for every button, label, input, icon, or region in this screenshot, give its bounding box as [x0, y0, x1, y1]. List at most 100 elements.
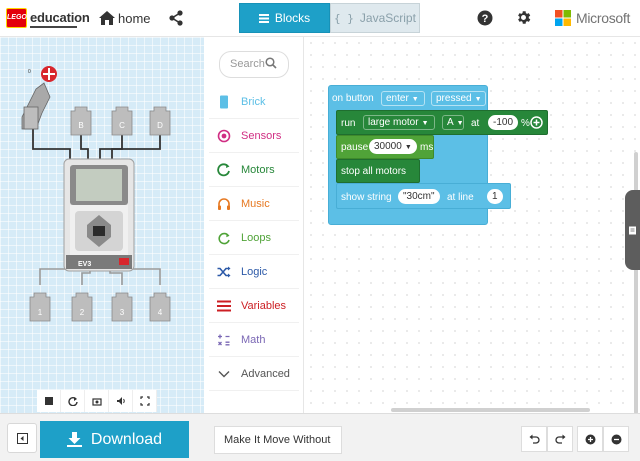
home-link[interactable]: home: [118, 11, 151, 26]
app-header: LEGO education home Blocks { } JavaScrip…: [0, 0, 640, 37]
shuffle-icon: [214, 265, 234, 279]
input-port-c[interactable]: C: [111, 106, 133, 136]
undo-icon: [529, 434, 540, 444]
chevron-down-icon: [214, 367, 234, 381]
microsoft-label: Microsoft: [576, 10, 631, 26]
toolbox-category-label: Math: [241, 334, 266, 346]
brick-icon: [214, 95, 234, 109]
help-icon[interactable]: ?: [477, 10, 493, 26]
toolbox-category-sensors[interactable]: Sensors: [209, 120, 299, 153]
side-panel-handle[interactable]: [625, 190, 640, 270]
ms-label: ms: [420, 142, 434, 153]
toolbox-category-label: Brick: [241, 96, 266, 108]
toolbox-category-label: Advanced: [241, 368, 290, 380]
large-motor[interactable]: 0: [21, 66, 57, 130]
toolbox-search-input[interactable]: Search: [219, 51, 289, 78]
toolbox-category-motors[interactable]: Motors: [209, 154, 299, 187]
brick-label: EV3: [78, 261, 91, 268]
input-port-d[interactable]: D: [149, 106, 171, 136]
undo-button[interactable]: [521, 426, 547, 452]
chevron-down-icon: ▼: [411, 96, 419, 103]
output-port-2-label: 2: [80, 308, 85, 317]
motor-icon: [214, 163, 234, 177]
event-prefix: on button: [332, 93, 374, 104]
zoom-in-icon: [585, 434, 595, 444]
sensor-icon: [214, 129, 234, 143]
fullscreen-icon: [139, 396, 150, 406]
collapse-simulator-button[interactable]: [7, 423, 37, 453]
output-port-3[interactable]: 3: [111, 292, 133, 322]
brand-title: education: [30, 10, 90, 25]
output-port-1[interactable]: 1: [29, 292, 51, 322]
toolbox-category-brick[interactable]: Brick: [209, 86, 299, 119]
chevron-down-icon: ▼: [421, 120, 429, 127]
toolbox-category-logic[interactable]: Logic: [209, 256, 299, 289]
line-input[interactable]: 1: [487, 189, 503, 204]
calculator-icon: [214, 333, 234, 347]
toolbox-category-music[interactable]: Music: [209, 188, 299, 221]
input-port-b[interactable]: B: [70, 106, 92, 136]
stop-all-motors-label: stop all motors: [341, 166, 407, 177]
blocks-icon: [258, 13, 269, 23]
document-icon: [629, 226, 636, 235]
gear-icon[interactable]: [515, 9, 532, 26]
tab-javascript[interactable]: { } JavaScript: [330, 3, 420, 33]
input-port-b-label: B: [78, 121, 83, 130]
tab-blocks[interactable]: Blocks: [239, 3, 330, 33]
restart-icon: [67, 396, 78, 406]
ev3-brick[interactable]: EV3: [63, 158, 135, 272]
output-port-2[interactable]: 2: [71, 292, 93, 322]
zoom-out-icon: [611, 434, 621, 444]
show-string-prefix: show string: [341, 192, 392, 203]
svg-text:0: 0: [28, 69, 31, 75]
pause-value-input[interactable]: 30000 ▼: [369, 139, 417, 154]
brand-underline: [30, 26, 77, 28]
restart-button[interactable]: [61, 390, 85, 412]
toolbox-category-variables[interactable]: Variables: [209, 290, 299, 323]
toolbox-category-label: Music: [241, 198, 270, 210]
simulator-controls: [37, 390, 160, 412]
at-line-label: at line: [447, 192, 474, 203]
zoom-out-button[interactable]: [603, 426, 629, 452]
sound-button[interactable]: [109, 390, 133, 412]
add-parameter-icon[interactable]: [530, 116, 543, 129]
fullscreen-button[interactable]: [133, 390, 157, 412]
collapse-icon: [16, 432, 28, 444]
home-icon[interactable]: [98, 9, 116, 27]
output-port-4[interactable]: 4: [149, 292, 171, 322]
project-name-input[interactable]: Make It Move Without: [214, 426, 342, 454]
toolbox-category-label: Motors: [241, 164, 275, 176]
workspace-horizontal-scrollbar[interactable]: [391, 408, 590, 412]
toolbox-category-loops[interactable]: Loops: [209, 222, 299, 255]
microsoft-logo-icon: [555, 10, 571, 26]
toolbox-category-label: Logic: [241, 266, 268, 278]
input-port-c-label: C: [119, 121, 125, 130]
speed-input[interactable]: -100: [488, 115, 519, 130]
toolbox-category-label: Sensors: [241, 130, 282, 142]
download-icon: [66, 432, 82, 447]
tab-blocks-label: Blocks: [274, 11, 311, 25]
run-prefix: run: [341, 118, 356, 129]
toolbox-category-math[interactable]: Math: [209, 324, 299, 357]
output-port-4-label: 4: [158, 308, 163, 317]
zoom-in-button[interactable]: [577, 426, 603, 452]
output-port-3-label: 3: [120, 308, 125, 317]
at-label: at: [471, 118, 480, 129]
pause-prefix: pause: [341, 142, 369, 153]
button-dropdown[interactable]: enter ▼: [381, 91, 425, 106]
string-input[interactable]: "30cm": [398, 189, 440, 204]
stop-icon: [44, 397, 53, 405]
action-dropdown[interactable]: pressed ▼: [431, 91, 486, 106]
tab-javascript-label: JavaScript: [359, 11, 416, 25]
share-icon[interactable]: [167, 9, 185, 27]
port-dropdown[interactable]: A ▼: [442, 115, 464, 130]
search-icon[interactable]: [265, 57, 277, 69]
stop-button[interactable]: [37, 390, 61, 412]
redo-button[interactable]: [547, 426, 573, 452]
action-value: pressed: [436, 93, 472, 104]
download-label: Download: [90, 430, 163, 448]
motor-dropdown[interactable]: large motor ▼: [363, 115, 435, 130]
screenshot-button[interactable]: [85, 390, 109, 412]
toolbox-category-advanced[interactable]: Advanced: [209, 358, 299, 391]
download-button[interactable]: Download: [40, 421, 189, 458]
